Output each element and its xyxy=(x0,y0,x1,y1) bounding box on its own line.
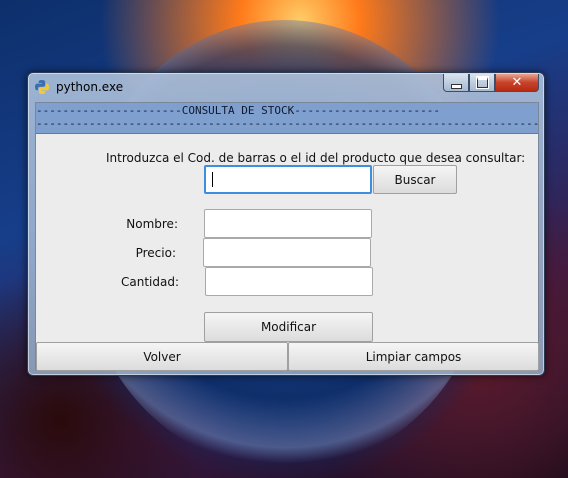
maximize-icon xyxy=(475,76,489,89)
python-icon xyxy=(35,80,49,94)
close-button[interactable]: ✕ xyxy=(495,74,539,92)
back-button[interactable]: Volver xyxy=(36,342,288,371)
app-window: python.exe ✕ ----------------------CONSU… xyxy=(27,72,545,376)
window-controls: ✕ xyxy=(443,74,539,92)
instruction-text: Introduzca el Cod. de barras o el id del… xyxy=(106,151,526,165)
client-area: ----------------------CONSULTA DE STOCK-… xyxy=(35,102,539,371)
search-input[interactable] xyxy=(204,165,372,194)
banner-title-line: ----------------------CONSULTA DE STOCK-… xyxy=(36,104,440,117)
name-field[interactable] xyxy=(204,209,372,238)
price-label: Precio: xyxy=(135,246,176,260)
text-caret xyxy=(212,172,213,187)
title-bar[interactable]: python.exe ✕ xyxy=(28,73,544,101)
quantity-label: Cantidad: xyxy=(120,275,179,289)
minimize-button[interactable] xyxy=(443,74,469,92)
banner-bottom-line: ----------------------------------------… xyxy=(36,117,538,130)
window-title: python.exe xyxy=(56,80,124,94)
name-label: Nombre: xyxy=(126,217,178,231)
modify-button[interactable]: Modificar xyxy=(204,312,373,342)
minimize-icon xyxy=(450,83,462,89)
search-button[interactable]: Buscar xyxy=(373,165,457,194)
clear-fields-button[interactable]: Limpiar campos xyxy=(288,342,539,371)
price-field[interactable] xyxy=(203,238,371,267)
quantity-field[interactable] xyxy=(205,267,373,296)
close-icon: ✕ xyxy=(511,75,523,90)
maximize-button[interactable] xyxy=(469,74,495,92)
stock-banner: ----------------------CONSULTA DE STOCK-… xyxy=(36,103,538,134)
